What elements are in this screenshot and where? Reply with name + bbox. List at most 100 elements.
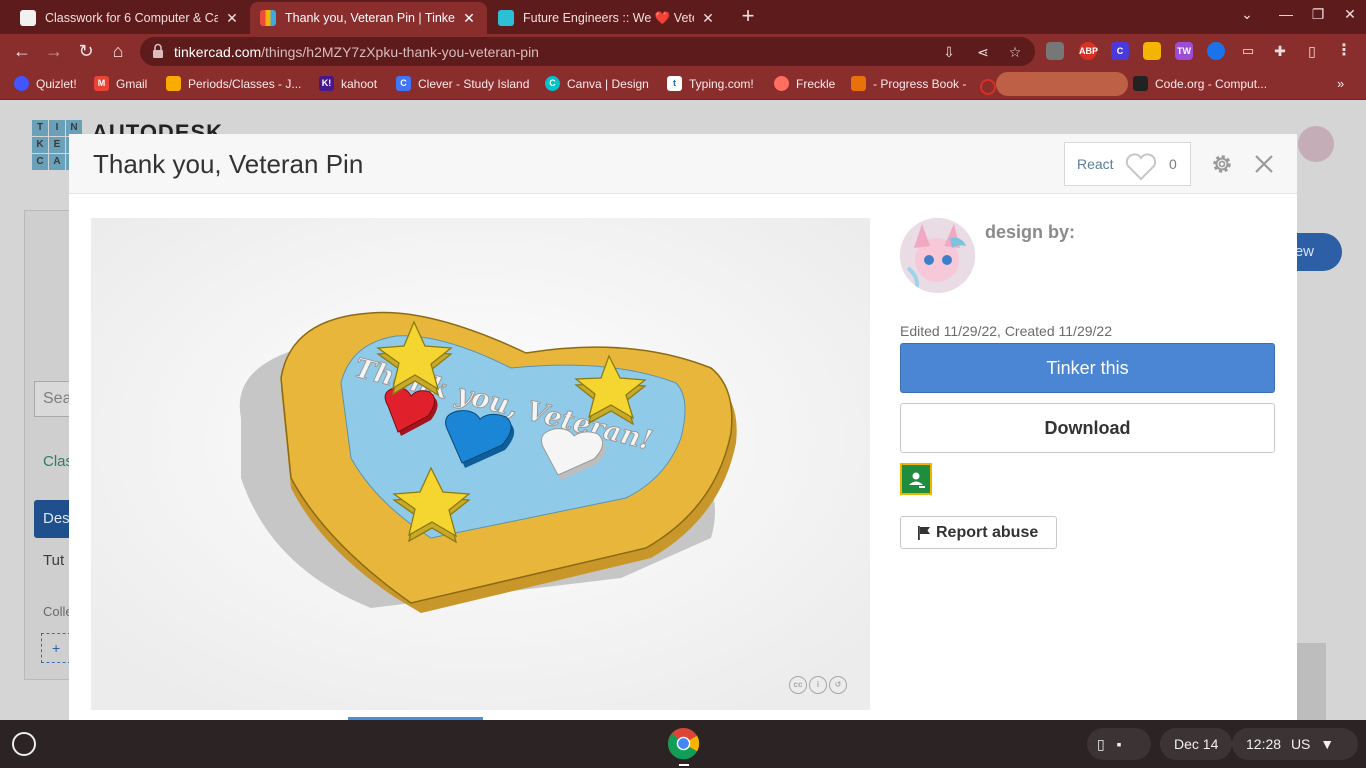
bookmark-quizlet[interactable]: Quizlet! [14,76,77,91]
tutorials-nav-item[interactable]: Tut [43,552,64,569]
clock-time: 12:28 [1246,736,1282,752]
clever-icon: C [396,76,411,91]
bookmark-kahoot[interactable]: K! kahoot [319,76,377,91]
freckle-icon [774,76,789,91]
screenshot-icon: ▪ [1116,736,1122,752]
share-alike-icon: ↺ [829,676,847,694]
close-tab-icon[interactable]: ✕ [700,10,716,27]
browser-toolbar: ← → ↻ ⌂ tinkercad.com/things/h2MZY7zXpku… [0,34,1366,68]
tab-title: Thank you, Veteran Pin | Tinkerc [285,11,455,25]
edit-created-dates: Edited 11/29/22, Created 11/29/22 [900,323,1112,339]
bookmark-canva[interactable]: C Canva | Design [545,76,649,91]
report-abuse-button[interactable]: Report abuse [900,516,1057,549]
tab-search-icon[interactable]: ⌄ [1235,6,1259,23]
clever-extension-icon[interactable]: C [1111,42,1129,60]
bookmark-clever[interactable]: C Clever - Study Island [396,76,529,91]
tab-title: Classwork for 6 Computer & Car [45,11,218,25]
bookmark-periods-classes[interactable]: Periods/Classes - J... [166,76,301,91]
extension-icon[interactable] [1046,42,1064,60]
home-button[interactable]: ⌂ [107,40,129,62]
tinker-this-button[interactable]: Tinker this [900,343,1275,393]
tab-future-engineers[interactable]: Future Engineers :: We ❤️ Vetera ✕ [488,2,726,34]
classroom-person-icon [909,472,925,488]
close-icon[interactable] [1252,152,1276,176]
react-label: React [1077,156,1114,172]
gmail-icon: M [94,76,109,91]
menu-kebab-icon[interactable]: ⋮ [1335,42,1353,60]
designs-nav-item[interactable]: Des [34,500,74,538]
adblock-icon[interactable]: ABP [1079,42,1098,60]
tab-strip: Classwork for 6 Computer & Car ✕ Thank y… [0,0,1366,34]
chrome-icon[interactable] [667,727,700,760]
forward-button[interactable]: → [43,40,65,62]
install-icon[interactable]: ⇩ [940,43,958,61]
close-window-button[interactable]: ✕ [1338,6,1362,23]
gear-icon[interactable] [1210,152,1234,176]
progressbook-icon [851,76,866,91]
tab-title: Future Engineers :: We ❤️ Vetera [523,10,694,25]
designer-avatar[interactable] [900,218,975,293]
active-app-indicator [679,764,689,766]
cc-icon: cc [789,676,807,694]
extension-icon[interactable]: TW [1175,42,1193,60]
user-avatar[interactable] [1298,126,1334,162]
wifi-icon: ▼ [1320,736,1335,752]
kahoot-icon: K! [319,76,334,91]
codeorg-icon [1133,76,1148,91]
share-to-classroom-icon[interactable] [900,463,932,495]
date-tray[interactable]: Dec 14 [1160,728,1233,760]
address-bar[interactable]: tinkercad.com/things/h2MZY7zXpku-thank-y… [140,37,1035,66]
future-engineers-tab-icon [498,10,514,26]
designer-avatar-image [900,218,975,293]
redacted-bookmark [996,72,1128,96]
modal-header: Thank you, Veteran Pin React 0 [69,134,1297,194]
more-bookmarks-chevron-icon[interactable]: » [1337,76,1344,91]
side-panel-icon[interactable]: ▯ [1303,42,1321,60]
model-preview[interactable]: Thank you, Veteran! cc i ↺ [91,218,870,710]
design-by-label: design by: [985,222,1076,242]
veteran-pin-model: Thank you, Veteran! [91,218,870,710]
holding-space-tray[interactable]: ▯ ▪ [1087,728,1151,760]
tab-classwork[interactable]: Classwork for 6 Computer & Car ✕ [10,2,250,34]
docs-extension-icon[interactable] [1143,42,1161,60]
new-tab-button[interactable]: + [736,4,760,28]
dashboard-search-input[interactable]: Sea [34,381,74,417]
extensions-puzzle-icon[interactable]: ✚ [1271,42,1289,60]
redacted-bookmark-icon[interactable] [980,79,996,95]
react-count: 0 [1169,156,1177,172]
restore-button[interactable]: ❐ [1306,6,1330,23]
bookmark-freckle[interactable]: Freckle [774,76,835,91]
creative-commons-badge[interactable]: cc i ↺ [789,676,847,694]
bookmark-progress-book[interactable]: - Progress Book - [851,76,966,91]
quizlet-icon [14,76,29,91]
canva-icon: C [545,76,560,91]
chromeos-shelf: ▯ ▪ Dec 14 12:28 US ▼ ▮ [0,720,1366,768]
bookmark-typing[interactable]: t Typing.com! [667,76,754,91]
close-tab-icon[interactable]: ✕ [461,10,477,27]
tinkercad-tab-icon [260,10,276,26]
back-button[interactable]: ← [11,40,33,62]
minimize-button[interactable]: — [1274,6,1298,22]
launcher-button[interactable] [12,732,36,756]
cast-icon[interactable]: ▭ [1239,42,1257,60]
lock-icon [153,43,163,58]
classroom-icon [166,76,181,91]
status-tray[interactable]: 12:28 US ▼ ▮ [1232,728,1358,760]
add-collection-button[interactable]: + [41,633,71,663]
classroom-tab-icon [20,10,36,26]
react-button[interactable]: React 0 [1064,142,1191,186]
close-tab-icon[interactable]: ✕ [224,10,240,27]
flag-icon [918,525,930,540]
share-icon[interactable]: ⋖ [974,43,992,61]
download-button[interactable]: Download [900,403,1275,453]
tab-tinkercad[interactable]: Thank you, Veteran Pin | Tinkerc ✕ [250,2,487,34]
attribution-icon: i [809,676,827,694]
reload-button[interactable]: ↻ [75,40,97,62]
bookmark-star-icon[interactable]: ☆ [1006,43,1024,61]
file-icon: ▯ [1097,736,1105,752]
typing-icon: t [667,76,682,91]
bookmark-gmail[interactable]: M Gmail [94,76,147,91]
locale-indicator: US [1290,736,1311,752]
bookmark-code-org[interactable]: Code.org - Comput... [1133,76,1267,91]
shield-extension-icon[interactable] [1207,42,1225,60]
